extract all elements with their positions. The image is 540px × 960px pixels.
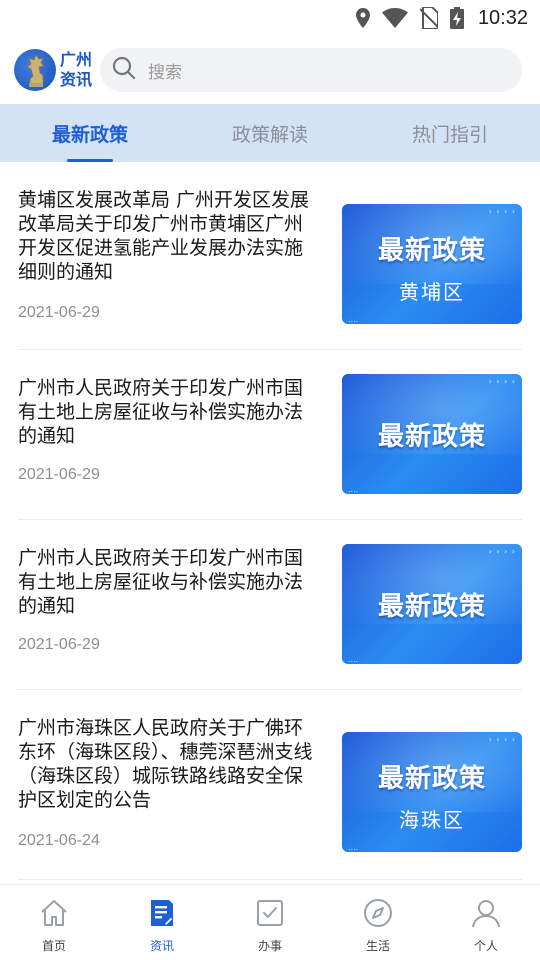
wifi-icon bbox=[381, 8, 408, 28]
article-title: 广州市人民政府关于印发广州市国有土地上房屋征收与补偿实施办法的通知 bbox=[18, 377, 304, 447]
home-icon bbox=[38, 897, 70, 933]
article-title: 黄埔区发展改革局 广州开发区发展改革局关于印发广州市黄埔区广州开发区促进氢能产业… bbox=[18, 189, 310, 283]
article-date: 2021-06-29 bbox=[18, 466, 100, 483]
tab-policy-interpretation[interactable]: 政策解读 bbox=[180, 104, 360, 162]
nav-label: 个人 bbox=[473, 939, 498, 953]
article-title: 广州市人民政府关于印发广州市国有土地上房屋征收与补偿实施办法的通知 bbox=[18, 547, 304, 617]
status-bar: 10:32 bbox=[0, 0, 540, 36]
no-sim-icon bbox=[419, 7, 438, 29]
article-title: 广州市海珠区人民政府关于广佛环东环（海珠区段）、穗莞深琶洲支线（海珠区段）城际铁… bbox=[18, 717, 313, 811]
checkbox-icon bbox=[254, 897, 286, 933]
nav-item-profile[interactable]: 个人 bbox=[432, 885, 540, 960]
tab-popular-guides[interactable]: 热门指引 bbox=[360, 104, 540, 162]
logo-text-line1: 广州 bbox=[60, 50, 93, 69]
thumbnail-title: 最新政策 bbox=[377, 764, 486, 794]
thumbnail-subtitle: 黄埔区 bbox=[399, 280, 465, 304]
thumbnail-title: 最新政策 bbox=[377, 236, 486, 266]
list-item[interactable]: 广州市人民政府关于印发广州市国有土地上房屋征收与补偿实施办法的通知 2021-0… bbox=[18, 520, 522, 690]
nav-item-life[interactable]: 生活 bbox=[324, 885, 432, 960]
search-icon bbox=[112, 56, 136, 84]
category-tabs: 最新政策 政策解读 热门指引 bbox=[0, 104, 540, 162]
nav-label: 首页 bbox=[41, 939, 66, 953]
news-icon bbox=[146, 897, 178, 933]
article-thumbnail: › › › › 最新政策 黄埔区 .... bbox=[342, 204, 522, 324]
tab-label: 政策解读 bbox=[231, 123, 308, 146]
nav-item-home[interactable]: 首页 bbox=[0, 885, 108, 960]
article-thumbnail: › › › › 最新政策 .... bbox=[342, 544, 522, 664]
list-item[interactable]: 黄埔区发展改革局 广州开发区发展改革局关于印发广州市黄埔区广州开发区促进氢能产业… bbox=[18, 162, 522, 350]
article-thumbnail: › › › › 最新政策 海珠区 .... bbox=[342, 732, 522, 852]
nav-label: 办事 bbox=[257, 939, 282, 953]
status-time: 10:32 bbox=[477, 6, 528, 29]
tab-latest-policy[interactable]: 最新政策 bbox=[0, 104, 180, 162]
app-logo[interactable]: 广州 资讯 bbox=[14, 42, 94, 98]
goat-statue-icon bbox=[14, 49, 56, 91]
article-date: 2021-06-29 bbox=[18, 304, 100, 321]
thumbnail-subtitle: 海珠区 bbox=[399, 808, 465, 832]
location-icon bbox=[355, 8, 370, 28]
search-input[interactable]: 搜索 bbox=[100, 48, 522, 92]
logo-text-line2: 资讯 bbox=[60, 70, 93, 89]
article-list: 黄埔区发展改革局 广州开发区发展改革局关于印发广州市黄埔区广州开发区促进氢能产业… bbox=[0, 162, 540, 880]
bottom-nav: 首页 资讯 办事 生活 个人 bbox=[0, 884, 540, 960]
nav-item-news[interactable]: 资讯 bbox=[108, 885, 216, 960]
person-icon bbox=[470, 897, 502, 933]
app-header: 广州 资讯 搜索 bbox=[0, 40, 540, 100]
battery-charging-icon bbox=[449, 7, 464, 29]
nav-label: 生活 bbox=[365, 939, 390, 953]
tab-label: 最新政策 bbox=[51, 123, 128, 146]
compass-icon bbox=[362, 897, 394, 933]
nav-label: 资讯 bbox=[149, 939, 174, 953]
nav-item-services[interactable]: 办事 bbox=[216, 885, 324, 960]
thumbnail-title: 最新政策 bbox=[377, 592, 486, 622]
tab-label: 热门指引 bbox=[411, 123, 488, 146]
article-thumbnail: › › › › 最新政策 .... bbox=[342, 374, 522, 494]
article-date: 2021-06-29 bbox=[18, 636, 100, 653]
list-item[interactable]: 广州市海珠区人民政府关于广佛环东环（海珠区段）、穗莞深琶洲支线（海珠区段）城际铁… bbox=[18, 690, 522, 880]
search-placeholder: 搜索 bbox=[148, 62, 182, 83]
list-item[interactable]: 广州市人民政府关于印发广州市国有土地上房屋征收与补偿实施办法的通知 2021-0… bbox=[18, 350, 522, 520]
article-date: 2021-06-24 bbox=[18, 832, 100, 849]
thumbnail-title: 最新政策 bbox=[377, 422, 486, 452]
logo-text: 广州 资讯 bbox=[60, 50, 92, 90]
